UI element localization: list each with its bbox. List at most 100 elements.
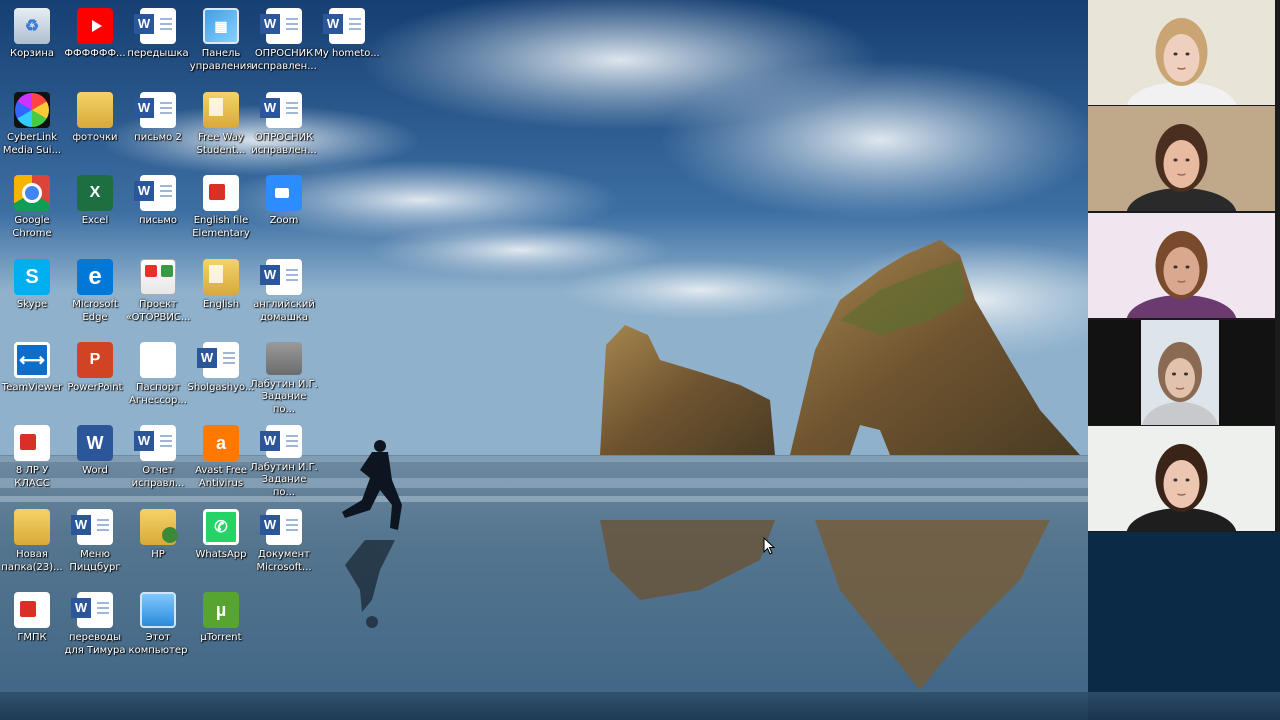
- participant-video-icon: [1088, 106, 1275, 211]
- edge-icon: e: [77, 259, 113, 295]
- desktop-icon-label: Отчет исправл...: [131, 465, 185, 489]
- cyberlink-icon: [14, 92, 50, 128]
- desktop-icon[interactable]: ОПРОСНИК исправлен...: [251, 2, 317, 82]
- skype-icon: S: [14, 259, 50, 295]
- video-tile-participant-1[interactable]: [1088, 0, 1275, 105]
- desktop-icon[interactable]: Лабутин И.Г. Задание по...: [250, 419, 318, 499]
- desktop-icon[interactable]: P PowerPoint: [63, 336, 127, 416]
- control-panel-icon: [203, 8, 239, 44]
- desktop-icon-label: английский домашка: [253, 299, 315, 323]
- whatsapp-icon: [203, 509, 239, 545]
- folder-document-icon: [203, 259, 239, 295]
- desktop-icon-label: переводы для Тимура: [64, 632, 126, 656]
- desktop-icon[interactable]: Free Way Student...: [189, 86, 253, 166]
- desktop-icon[interactable]: Меню Пиццбург: [63, 503, 127, 583]
- desktop-icon-label: Word: [82, 465, 108, 476]
- desktop-icon[interactable]: X Excel: [63, 169, 127, 249]
- word-app-icon: W: [77, 425, 113, 461]
- desktop-icon-label: Excel: [81, 215, 109, 226]
- utorrent-icon: µ: [203, 592, 239, 628]
- desktop-icon[interactable]: My hometo...: [314, 2, 380, 82]
- desktop-icon[interactable]: English: [189, 253, 253, 333]
- desktop-icon[interactable]: a Avast Free Antivirus: [189, 419, 253, 499]
- desktop-icon-label: ОПРОСНИК исправлен...: [251, 48, 317, 72]
- desktop-icon-label: English file Elementary: [192, 215, 250, 239]
- desktop-icon[interactable]: Sholgashyo...: [187, 336, 255, 416]
- desktop-icon[interactable]: ГМПК: [0, 586, 64, 666]
- desktop-icon[interactable]: TeamViewer: [0, 336, 64, 416]
- desktop-icon[interactable]: WhatsApp: [189, 503, 253, 583]
- desktop-icon[interactable]: Zoom: [252, 169, 316, 249]
- desktop-icon-label: Панель управления: [189, 48, 253, 72]
- desktop-icon[interactable]: CyberLink Media Sui...: [0, 86, 64, 166]
- desktop-icon-label: Skype: [16, 299, 48, 310]
- desktop-icon[interactable]: µ µTorrent: [189, 586, 253, 666]
- word-document-icon: [71, 592, 113, 628]
- desktop-icon[interactable]: 8 ЛР У КЛАСС: [0, 419, 64, 499]
- project-icon: [140, 259, 176, 295]
- word-document-icon: [260, 259, 302, 295]
- desktop-icon-label: ФФФФФФ...: [64, 48, 126, 59]
- desktop-icon-label: µTorrent: [200, 632, 242, 643]
- desktop-icon[interactable]: передышка: [126, 2, 190, 82]
- desktop-icon-label: Zoom: [269, 215, 299, 226]
- powerpoint-icon: P: [77, 342, 113, 378]
- desktop-icon-label: Free Way Student...: [196, 132, 246, 156]
- desktop-icon[interactable]: английский домашка: [252, 253, 316, 333]
- taskbar[interactable]: [0, 692, 1280, 720]
- word-document-icon: [134, 175, 176, 211]
- desktop-icon-label: Паспорт Агнессор...: [129, 382, 187, 406]
- desktop-icon[interactable]: Этот компьютер: [126, 586, 190, 666]
- word-document-icon: [197, 342, 239, 378]
- desktop-icon[interactable]: Google Chrome: [0, 169, 64, 249]
- desktop-icon[interactable]: English file Elementary: [189, 169, 253, 249]
- teamviewer-icon: [14, 342, 50, 378]
- scan-document-icon: [266, 342, 302, 375]
- desktop-icon-label: Корзина: [9, 48, 55, 59]
- word-document-icon: [260, 509, 302, 545]
- desktop-icon-label: Avast Free Antivirus: [195, 465, 247, 489]
- desktop-icon[interactable]: Документ Microsoft...: [252, 503, 316, 583]
- desktop-icon[interactable]: HP: [126, 503, 190, 583]
- desktop-icon[interactable]: ФФФФФФ...: [63, 2, 127, 82]
- desktop-icon[interactable]: Новая папка(23)...: [0, 503, 64, 583]
- desktop-icon-label: WhatsApp: [195, 549, 247, 560]
- desktop-icon[interactable]: фоточки: [63, 86, 127, 166]
- excel-icon: X: [77, 175, 113, 211]
- folder-icon: [77, 92, 113, 128]
- folder-document-icon: [203, 92, 239, 128]
- word-document-icon: [134, 425, 176, 461]
- participant-video-icon: [1141, 320, 1219, 425]
- video-tile-participant-4[interactable]: [1088, 320, 1275, 425]
- desktop-icon[interactable]: письмо 2: [126, 86, 190, 166]
- desktop-icon[interactable]: Корзина: [0, 2, 64, 82]
- desktop-icon[interactable]: письмо: [126, 169, 190, 249]
- desktop-icon-label: письмо 2: [134, 132, 182, 143]
- word-document-icon: [71, 509, 113, 545]
- desktop-icon[interactable]: Лабутин И.Г. Задание по...: [250, 336, 318, 416]
- desktop-icon-label: Меню Пиццбург: [69, 549, 121, 573]
- participant-video-icon: [1088, 426, 1275, 531]
- desktop-icon-label: ГМПК: [17, 632, 47, 643]
- desktop-icon[interactable]: Проект «ОТОРВИС...: [126, 253, 190, 333]
- pdf-document-icon: [14, 592, 50, 628]
- zoom-video-gallery: [1088, 0, 1280, 532]
- desktop-icon[interactable]: переводы для Тимура: [63, 586, 127, 666]
- desktop-icon[interactable]: Панель управления: [189, 2, 253, 82]
- word-document-icon: [260, 92, 302, 128]
- video-tile-participant-5[interactable]: [1088, 426, 1275, 531]
- word-document-icon: [134, 8, 176, 44]
- desktop-icon[interactable]: Отчет исправл...: [126, 419, 190, 499]
- video-tile-participant-3[interactable]: [1088, 213, 1275, 318]
- desktop-icon[interactable]: S Skype: [0, 253, 64, 333]
- recycle-bin-icon: [14, 8, 50, 44]
- desktop-icon[interactable]: W Word: [63, 419, 127, 499]
- mouse-cursor-icon: [763, 537, 775, 555]
- desktop-icon[interactable]: Паспорт Агнессор...: [126, 336, 190, 416]
- desktop-icon[interactable]: ОПРОСНИК исправлен...: [251, 86, 317, 166]
- video-tile-participant-2[interactable]: [1088, 106, 1275, 211]
- desktop-icon-label: Google Chrome: [12, 215, 52, 239]
- desktop-icon[interactable]: e Microsoft Edge: [63, 253, 127, 333]
- chrome-icon: [14, 175, 50, 211]
- desktop-icon-label: Microsoft Edge: [72, 299, 118, 323]
